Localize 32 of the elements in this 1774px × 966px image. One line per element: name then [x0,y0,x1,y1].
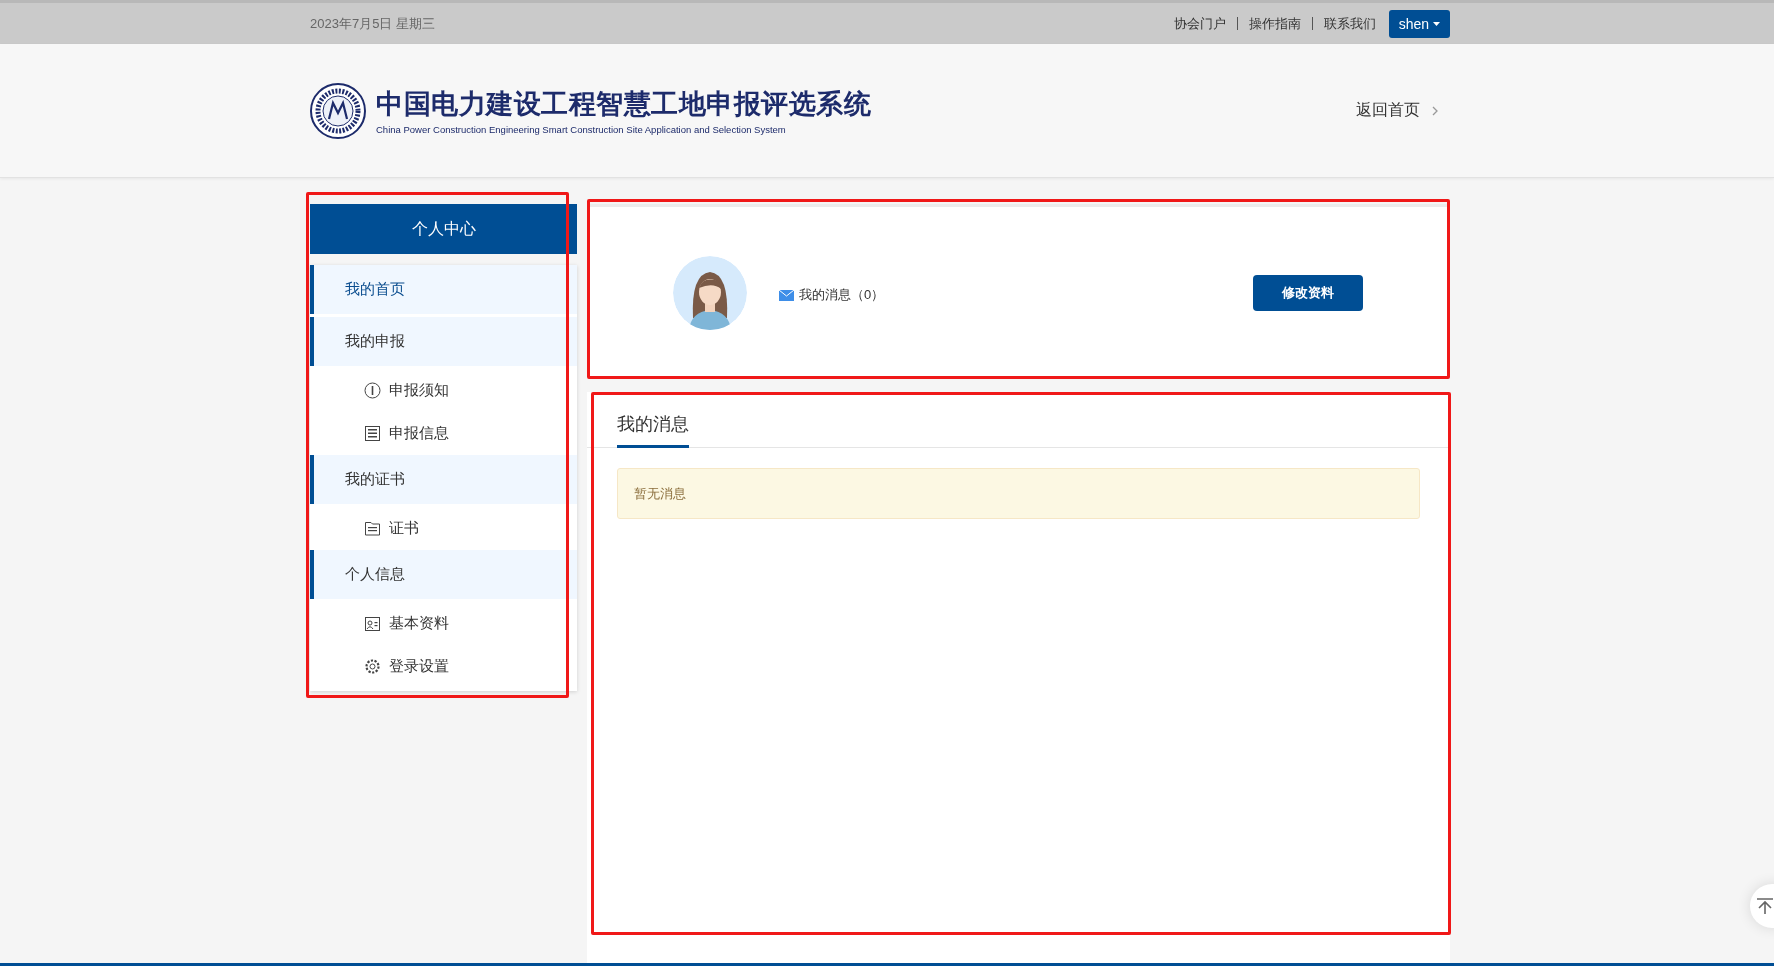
sidebar-subitem[interactable]: 基本资料 [310,602,577,645]
sidebar-subitem[interactable]: 证书 [310,507,577,550]
sidebar-subitem[interactable]: 申报信息 [310,412,577,455]
logo-icon [310,82,366,139]
chevron-icon [1432,105,1438,116]
messages-link[interactable]: 我的消息（0） [779,286,885,304]
top-link[interactable]: 协会门户 [1162,17,1237,30]
sidebar-title: 个人中心 [310,204,577,254]
back-home-link[interactable]: 返回首页 [1356,100,1438,121]
caret-icon [1433,21,1440,26]
user-menu-button[interactable]: shen [1388,9,1450,38]
folder-icon [364,520,381,537]
top-link[interactable]: 联系我们 [1311,17,1387,30]
sidebar-subitem[interactable]: 申报须知 [310,369,577,412]
empty-notice: 暂无消息 [617,468,1420,519]
settings-icon [364,658,381,675]
sidebar-item[interactable]: 我的首页 [310,265,577,314]
top-link[interactable]: 操作指南 [1236,17,1312,30]
sidebar-item[interactable]: 我的申报 [310,317,577,366]
list-icon [364,425,381,442]
id-card-icon [364,615,381,632]
info-icon [364,382,381,399]
tab[interactable]: 我的消息 [617,412,689,448]
sidebar-item[interactable]: 我的证书 [310,455,577,504]
edit-profile-button[interactable]: 修改资料 [1253,274,1363,311]
date-text: 2023年7月5日 星期三 [310,14,435,33]
envelope-icon [779,289,794,301]
arrow-up-icon [1756,897,1774,915]
sidebar-item[interactable]: 个人信息 [310,550,577,599]
site-title: 中国电力建设工程智慧工地申报评选系统 [376,88,871,121]
site-subtitle: China Power Construction Engineering Smart Construction Site Application and Selection System [376,124,787,135]
sidebar-subitem[interactable]: 登录设置 [310,645,577,688]
